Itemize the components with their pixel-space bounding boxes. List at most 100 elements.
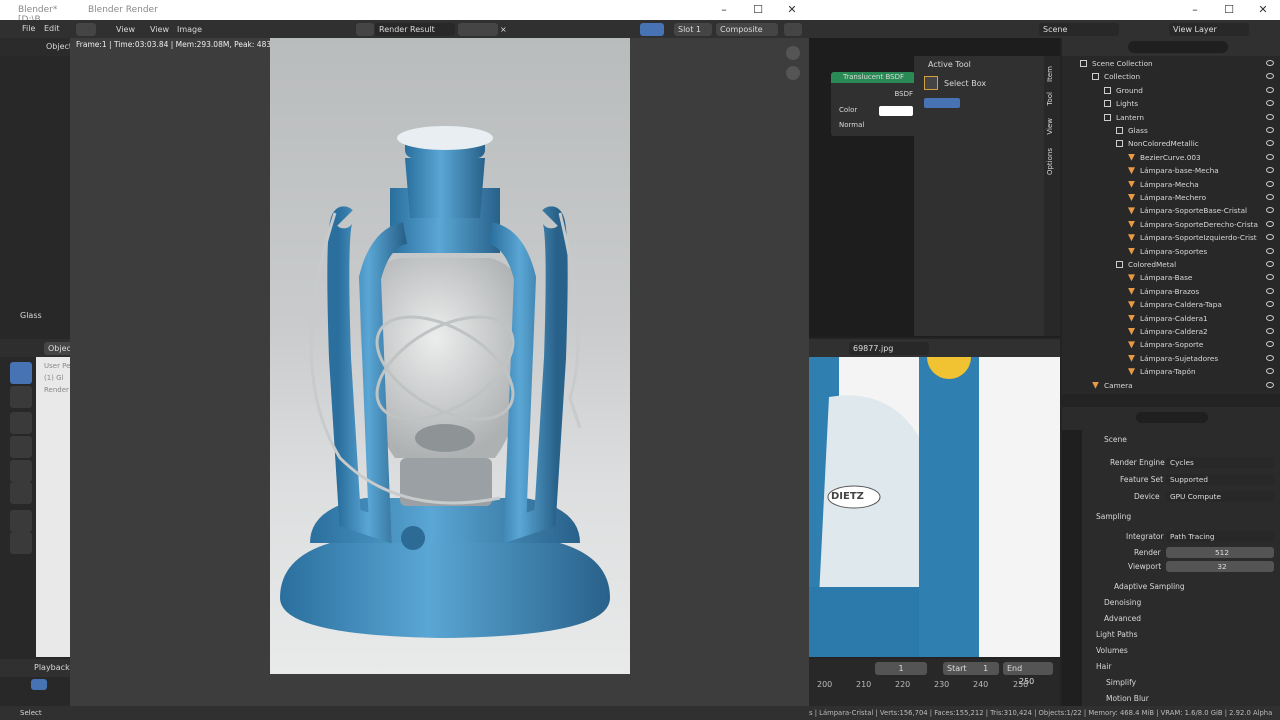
advanced-panel[interactable]: Advanced (1104, 612, 1141, 625)
menu-edit[interactable]: Edit (44, 24, 60, 33)
integrator-dropdown[interactable]: Path Tracing (1166, 531, 1274, 542)
outliner-row[interactable]: Lámpara-Caldera1 (1066, 312, 1280, 325)
menu-view[interactable]: View (116, 25, 135, 34)
visibility-eye-icon[interactable] (1266, 207, 1274, 214)
visibility-eye-icon[interactable] (1266, 314, 1274, 321)
playback-menu[interactable]: Playback (34, 663, 70, 672)
visibility-eye-icon[interactable] (1266, 220, 1274, 227)
select-tool-button[interactable] (10, 362, 32, 384)
simplify-panel[interactable]: Simplify (1106, 676, 1136, 689)
close-image-icon[interactable]: × (496, 23, 508, 36)
feature-set-dropdown[interactable]: Supported (1166, 474, 1274, 485)
denoising-panel[interactable]: Denoising (1104, 596, 1141, 609)
device-dropdown[interactable]: GPU Compute (1166, 491, 1274, 502)
outliner-row[interactable]: Lámpara-Base (1066, 271, 1280, 284)
outliner-row[interactable]: Lámpara-Sujetadores (1066, 352, 1280, 365)
outliner-row[interactable]: Lámpara-Caldera2 (1066, 325, 1280, 338)
adaptive-sampling-panel[interactable]: Adaptive Sampling (1114, 580, 1185, 593)
viewport-3d[interactable] (36, 357, 70, 657)
image-name-field[interactable]: Render Result (375, 23, 455, 36)
outliner-row[interactable]: Lámpara-Caldera-Tapa (1066, 298, 1280, 311)
end-frame-field[interactable]: End 250 (1003, 662, 1053, 686)
visibility-eye-icon[interactable] (1266, 328, 1274, 334)
outliner-row[interactable]: NonColoredMetallic (1066, 137, 1280, 150)
volumes-panel[interactable]: Volumes (1096, 644, 1128, 657)
close-icon[interactable]: ✕ (1246, 3, 1280, 16)
node-editor[interactable]: Translucent BSDF BSDF Color Normal Activ… (809, 38, 1060, 337)
editor-type-dropdown[interactable] (76, 23, 96, 36)
new-image-icon[interactable] (458, 23, 498, 36)
visibility-eye-icon[interactable] (1266, 113, 1274, 120)
cursor-tool-button[interactable] (10, 386, 32, 408)
visibility-eye-icon[interactable] (1266, 301, 1274, 308)
scene-selector[interactable]: Scene (1039, 23, 1119, 36)
outliner-row[interactable]: Lámpara-Brazos (1066, 285, 1280, 298)
outliner-row[interactable]: Lámpara-SoporteBase-Cristal (1066, 204, 1280, 217)
motion-blur-panel[interactable]: Motion Blur (1106, 692, 1149, 705)
tab-tool[interactable]: Tool (1046, 92, 1054, 106)
current-frame-field[interactable]: 1 (875, 662, 927, 675)
view-layer-selector[interactable]: View Layer (1169, 23, 1249, 36)
outliner-row[interactable]: Lámpara-Tapón (1066, 365, 1280, 378)
menu-image[interactable]: Image (177, 25, 202, 34)
visibility-eye-icon[interactable] (1266, 127, 1274, 133)
viewport-samples-field[interactable]: 32 (1166, 561, 1274, 572)
slot-dropdown[interactable]: Slot 1 (674, 23, 712, 36)
menu-file[interactable]: File (22, 24, 35, 33)
visibility-eye-icon[interactable] (1266, 194, 1274, 200)
visibility-eye-icon[interactable] (1266, 247, 1274, 254)
visibility-eye-icon[interactable] (1266, 341, 1274, 348)
outliner-row[interactable]: ColoredMetal (1066, 258, 1280, 271)
outliner-row[interactable]: Lámpara-Soportes (1066, 245, 1280, 258)
outliner-row[interactable]: BezierCurve.003 (1066, 151, 1280, 164)
visibility-eye-icon[interactable] (1266, 153, 1274, 160)
menu-view-2[interactable]: View (150, 25, 169, 34)
visibility-eye-icon[interactable] (1266, 86, 1274, 93)
outliner-row[interactable]: Lámpara-SoporteDerecho-Crista (1066, 218, 1280, 231)
properties-search-field[interactable] (1136, 412, 1208, 423)
select-mode-icons[interactable] (924, 98, 960, 108)
visibility-eye-icon[interactable] (1266, 354, 1274, 361)
visibility-eye-icon[interactable] (1266, 234, 1274, 241)
outliner-row[interactable]: Lantern (1066, 111, 1280, 124)
display-mode-icon[interactable] (640, 23, 664, 36)
tab-view[interactable]: View (1046, 118, 1054, 135)
outliner-row[interactable]: Scene Collection (1066, 57, 1280, 70)
outliner-row[interactable]: Glass (1066, 124, 1280, 137)
maximize-icon[interactable]: ☐ (1212, 3, 1246, 16)
outliner-row[interactable]: Collection (1066, 70, 1280, 83)
minimize-icon[interactable]: – (1178, 3, 1212, 16)
timeline-playhead[interactable] (31, 679, 47, 690)
measure-tool-button[interactable] (10, 532, 32, 554)
outliner-row[interactable]: Lámpara-Mecha (1066, 178, 1280, 191)
transform-tool-button[interactable] (10, 482, 32, 504)
visibility-eye-icon[interactable] (1266, 140, 1274, 147)
tab-item[interactable]: Item (1046, 66, 1054, 82)
outliner-row[interactable]: Ground (1066, 84, 1280, 97)
pan-hand-icon[interactable] (786, 66, 800, 80)
visibility-eye-icon[interactable] (1266, 73, 1274, 80)
scale-tool-button[interactable] (10, 460, 32, 482)
image-browse-button[interactable] (356, 23, 374, 36)
close-icon[interactable]: ✕ (775, 3, 809, 16)
ref-image-name[interactable]: 69877.jpg (849, 342, 929, 355)
minimize-icon[interactable]: – (707, 3, 741, 16)
render-engine-dropdown[interactable]: Cycles (1166, 457, 1274, 468)
outliner-row[interactable]: Lámpara-Mechero (1066, 191, 1280, 204)
node-translucent-bsdf[interactable]: Translucent BSDF BSDF Color Normal (831, 72, 915, 136)
outliner-row[interactable]: Lámpara-Soporte (1066, 338, 1280, 351)
hair-panel[interactable]: Hair (1096, 660, 1111, 673)
maximize-icon[interactable]: ☐ (741, 3, 775, 16)
visibility-eye-icon[interactable] (1266, 167, 1274, 174)
select-box-icon[interactable] (924, 76, 938, 90)
visibility-eye-icon[interactable] (1266, 368, 1274, 375)
visibility-eye-icon[interactable] (1266, 274, 1274, 281)
object-mode-dropdown[interactable]: Object (46, 42, 72, 51)
tab-options[interactable]: Options (1046, 148, 1054, 175)
visibility-eye-icon[interactable] (1266, 381, 1274, 388)
overlay-icon[interactable] (784, 23, 802, 36)
zoom-icon[interactable] (786, 46, 800, 60)
visibility-eye-icon[interactable] (1266, 261, 1274, 267)
outliner-row[interactable]: Camera (1066, 379, 1280, 392)
visibility-eye-icon[interactable] (1266, 287, 1274, 294)
